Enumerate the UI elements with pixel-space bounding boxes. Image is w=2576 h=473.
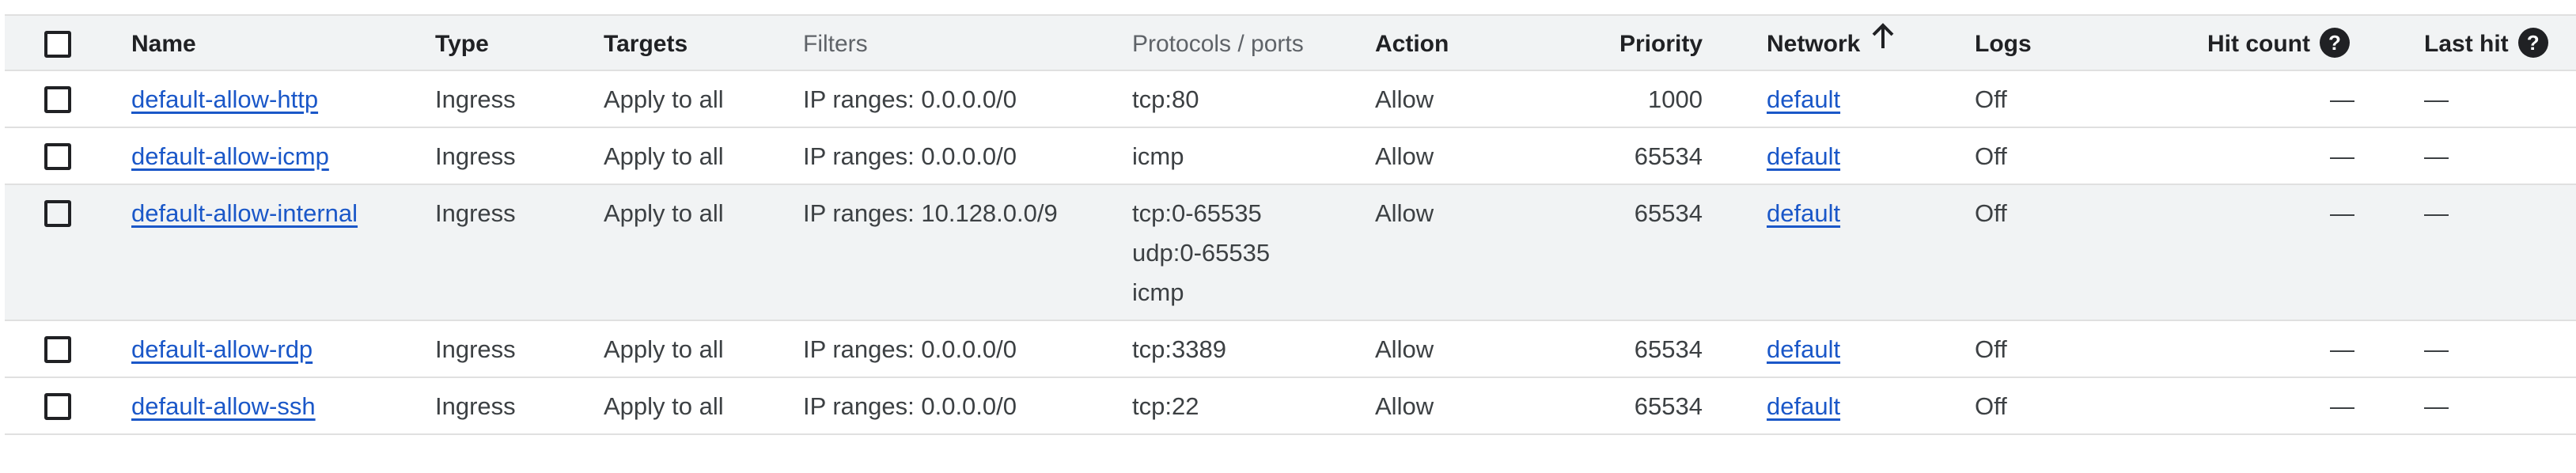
rule-protocols: tcp:3389 <box>1132 335 1226 363</box>
rule-last-hit: — <box>2424 392 2449 420</box>
table-row: default-allow-icmp Ingress Apply to all … <box>5 128 2576 185</box>
rule-last-hit: — <box>2424 142 2449 170</box>
column-header-targets[interactable]: Targets <box>604 16 688 64</box>
network-link[interactable]: default <box>1767 85 1840 113</box>
rule-protocols: tcp:22 <box>1132 392 1199 420</box>
column-header-action[interactable]: Action <box>1375 16 1449 64</box>
rule-filters: IP ranges: 0.0.0.0/0 <box>803 85 1017 113</box>
network-link[interactable]: default <box>1767 335 1840 363</box>
table-header: Name Type Targets Filters Protocols / po… <box>5 14 2576 71</box>
rule-type: Ingress <box>435 335 516 363</box>
column-header-type[interactable]: Type <box>435 16 489 64</box>
rule-priority: 65534 <box>1634 392 1703 420</box>
sort-ascending-icon[interactable] <box>1871 23 1895 62</box>
row-checkbox[interactable] <box>44 86 71 113</box>
rule-action: Allow <box>1375 392 1434 420</box>
rule-targets: Apply to all <box>604 142 724 170</box>
rule-type: Ingress <box>435 85 516 113</box>
network-link[interactable]: default <box>1767 142 1840 170</box>
rule-logs: Off <box>1975 392 2007 420</box>
rule-name-link[interactable]: default-allow-ssh <box>131 392 316 420</box>
rule-protocols: tcp:0-65535 udp:0-65535 icmp <box>1132 185 1270 312</box>
column-header-name[interactable]: Name <box>131 16 196 64</box>
rule-action: Allow <box>1375 199 1434 227</box>
rule-targets: Apply to all <box>604 335 724 363</box>
rule-protocols: tcp:80 <box>1132 85 1199 113</box>
rule-priority: 1000 <box>1648 85 1703 113</box>
rule-priority: 65534 <box>1634 142 1703 170</box>
column-header-filters: Filters <box>803 31 868 57</box>
rule-type: Ingress <box>435 199 516 227</box>
rule-last-hit: — <box>2424 335 2449 363</box>
row-checkbox[interactable] <box>44 143 71 170</box>
rule-filters: IP ranges: 0.0.0.0/0 <box>803 142 1017 170</box>
rule-name-link[interactable]: default-allow-icmp <box>131 142 329 170</box>
table-row: default-allow-rdp Ingress Apply to all I… <box>5 321 2576 378</box>
rule-filters: IP ranges: 0.0.0.0/0 <box>803 392 1017 420</box>
rule-action: Allow <box>1375 335 1434 363</box>
select-all-checkbox[interactable] <box>44 31 71 58</box>
rule-targets: Apply to all <box>604 85 724 113</box>
rule-hit-count: — <box>2330 392 2354 420</box>
rule-logs: Off <box>1975 142 2007 170</box>
rule-hit-count: — <box>2330 142 2354 170</box>
network-link[interactable]: default <box>1767 392 1840 420</box>
column-header-logs[interactable]: Logs <box>1975 16 2032 64</box>
network-link[interactable]: default <box>1767 199 1840 227</box>
row-checkbox[interactable] <box>44 393 71 420</box>
rule-logs: Off <box>1975 335 2007 363</box>
rule-name-link[interactable]: default-allow-internal <box>131 199 358 227</box>
rule-filters: IP ranges: 0.0.0.0/0 <box>803 335 1017 363</box>
rule-last-hit: — <box>2424 199 2449 227</box>
column-header-last-hit-label: Last hit <box>2424 31 2509 57</box>
rule-priority: 65534 <box>1634 199 1703 227</box>
rule-protocols: icmp <box>1132 142 1184 170</box>
column-header-hit-count[interactable]: Hit count? <box>2207 16 2350 64</box>
protocol-entry: icmp <box>1132 278 1184 306</box>
row-checkbox[interactable] <box>44 200 71 227</box>
rule-priority: 65534 <box>1634 335 1703 363</box>
firewall-rules-table: Name Type Targets Filters Protocols / po… <box>5 14 2576 435</box>
rule-hit-count: — <box>2330 199 2354 227</box>
rule-type: Ingress <box>435 392 516 420</box>
rule-last-hit: — <box>2424 85 2449 113</box>
rule-filters: IP ranges: 10.128.0.0/9 <box>803 199 1058 227</box>
table-row: default-allow-http Ingress Apply to all … <box>5 71 2576 128</box>
rule-action: Allow <box>1375 142 1434 170</box>
rule-name-link[interactable]: default-allow-rdp <box>131 335 313 363</box>
rule-action: Allow <box>1375 85 1434 113</box>
column-header-network-label: Network <box>1767 31 1861 57</box>
rule-logs: Off <box>1975 85 2007 113</box>
column-header-network[interactable]: Network <box>1767 16 1895 64</box>
rule-hit-count: — <box>2330 335 2354 363</box>
rule-type: Ingress <box>435 142 516 170</box>
table-row: default-allow-ssh Ingress Apply to all I… <box>5 378 2576 435</box>
column-header-protocols: Protocols / ports <box>1132 31 1304 57</box>
rule-logs: Off <box>1975 199 2007 227</box>
rule-targets: Apply to all <box>604 199 724 227</box>
protocol-entry: tcp:0-65535 <box>1132 199 1262 227</box>
row-checkbox[interactable] <box>44 336 71 363</box>
column-header-priority[interactable]: Priority <box>1492 16 1703 64</box>
table-row: default-allow-internal Ingress Apply to … <box>5 185 2576 321</box>
column-header-hit-count-label: Hit count <box>2207 31 2310 57</box>
protocol-entry: udp:0-65535 <box>1132 239 1271 267</box>
rule-name-link[interactable]: default-allow-http <box>131 85 318 113</box>
column-header-last-hit[interactable]: Last hit? <box>2424 16 2548 64</box>
rule-hit-count: — <box>2330 85 2354 113</box>
rule-targets: Apply to all <box>604 392 724 420</box>
help-icon[interactable]: ? <box>2517 28 2548 59</box>
help-icon[interactable]: ? <box>2319 28 2350 59</box>
